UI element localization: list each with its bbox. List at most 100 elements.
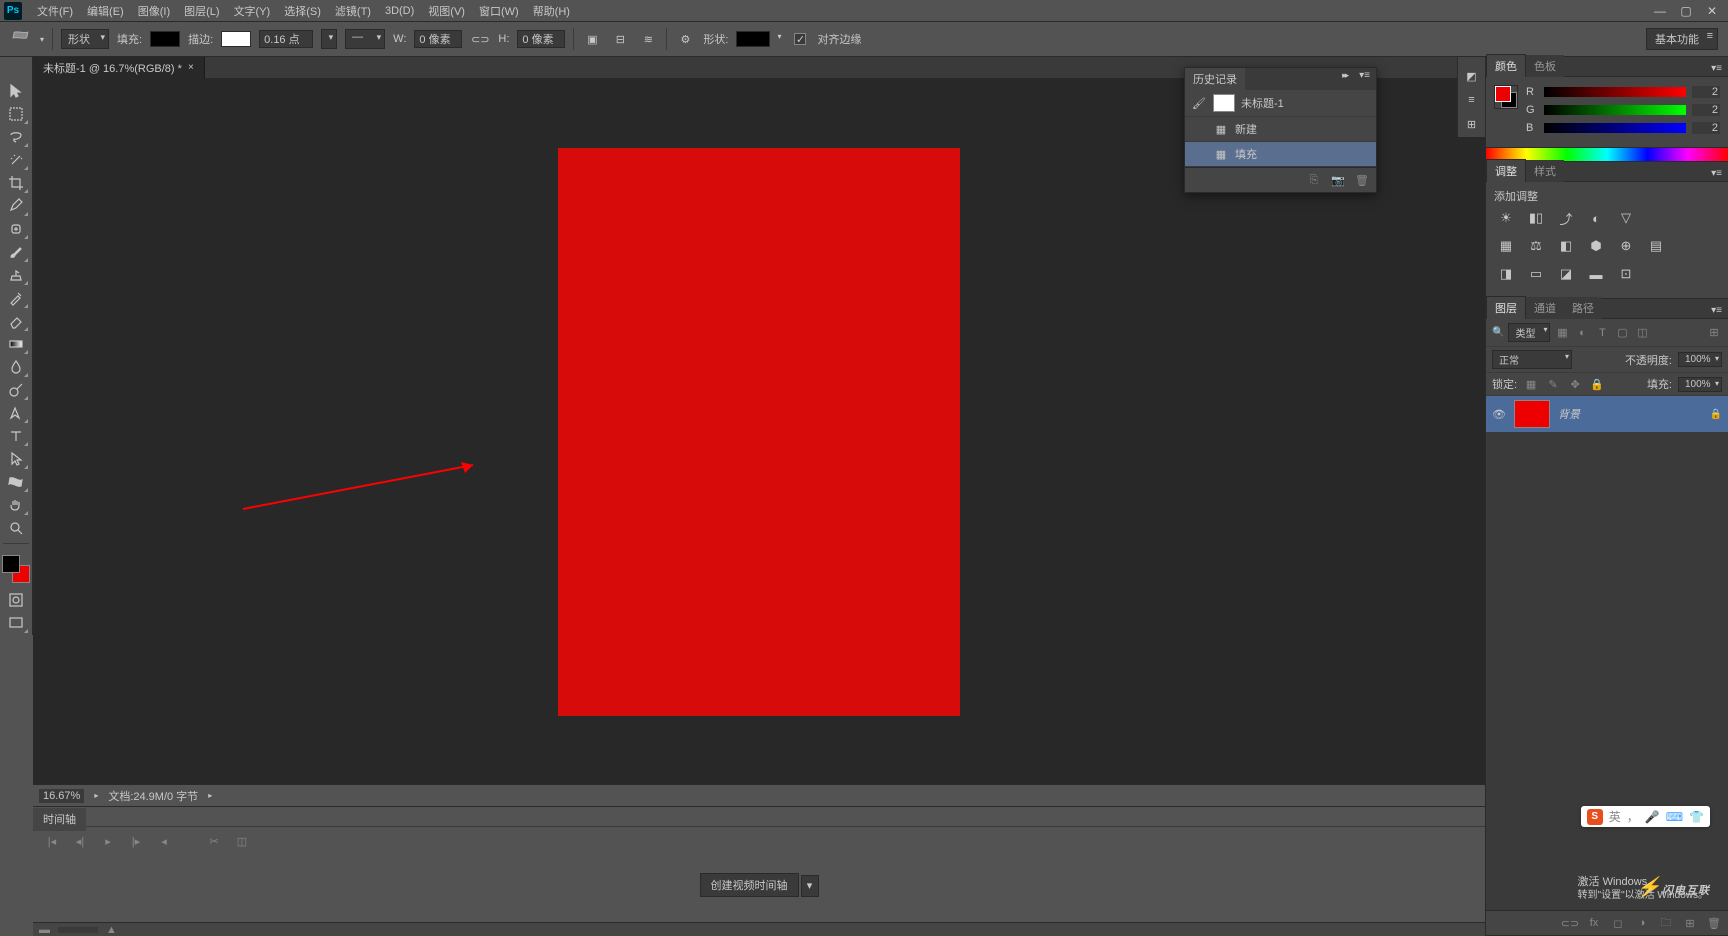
fill-swatch[interactable]: [150, 31, 180, 47]
menu-type[interactable]: 文字(Y): [227, 1, 278, 21]
fg-preview-swatch[interactable]: [1495, 86, 1511, 102]
brush-tool[interactable]: [3, 241, 29, 263]
new-snapshot-icon[interactable]: 📷: [1330, 172, 1346, 188]
scissors-icon[interactable]: ✂: [205, 833, 223, 849]
ime-lang[interactable]: 英: [1609, 808, 1621, 825]
timeline-tab[interactable]: 时间轴: [33, 808, 86, 831]
document-tab[interactable]: 未标题-1 @ 16.7%(RGB/8) * ×: [33, 57, 205, 79]
menu-select[interactable]: 选择(S): [277, 1, 328, 21]
ime-voice-icon[interactable]: 🎤: [1645, 810, 1660, 824]
custom-shape-tool[interactable]: [3, 471, 29, 493]
visibility-icon[interactable]: 👁: [1492, 408, 1506, 421]
color-balance-icon[interactable]: ⚖: [1526, 236, 1546, 256]
path-align-icon[interactable]: ⊟: [610, 29, 630, 49]
menu-file[interactable]: 文件(F): [30, 1, 80, 21]
history-item[interactable]: ▦ 新建: [1185, 117, 1376, 142]
panel-menu-icon[interactable]: ▾≡: [1353, 68, 1376, 90]
collapsed-panel-icon[interactable]: ⊞: [1461, 113, 1483, 135]
gear-icon[interactable]: ⚙: [675, 29, 695, 49]
history-brush-tool[interactable]: [3, 287, 29, 309]
document-canvas[interactable]: [558, 148, 960, 716]
timeline-zoom-slider[interactable]: [58, 927, 98, 933]
panel-menu-icon[interactable]: ▾≡: [1705, 61, 1728, 76]
color-preview[interactable]: [1494, 85, 1518, 109]
tool-preset-icon[interactable]: [10, 28, 32, 50]
eyedropper-tool[interactable]: [3, 195, 29, 217]
zoom-level[interactable]: 16.67%: [39, 789, 84, 803]
levels-icon[interactable]: ▮▯: [1526, 208, 1546, 228]
zoom-tool[interactable]: [3, 517, 29, 539]
width-input[interactable]: [414, 30, 462, 48]
invert-icon[interactable]: ◨: [1496, 264, 1516, 284]
ime-keyboard-icon[interactable]: ⌨: [1666, 810, 1683, 824]
custom-shape-picker[interactable]: ▾: [736, 31, 770, 47]
fill-opacity-value[interactable]: 100%: [1678, 377, 1722, 392]
filter-shape-icon[interactable]: ▢: [1614, 325, 1630, 341]
history-snapshot[interactable]: 🖌 未标题-1: [1185, 90, 1376, 117]
clone-stamp-tool[interactable]: [3, 264, 29, 286]
menu-help[interactable]: 帮助(H): [526, 1, 577, 21]
timeline-zoom-in-icon[interactable]: ▲: [106, 924, 117, 936]
lock-pixels-icon[interactable]: ✎: [1545, 376, 1561, 392]
create-doc-from-state-icon[interactable]: ⎘: [1306, 172, 1322, 188]
crop-tool[interactable]: [3, 172, 29, 194]
blend-mode-select[interactable]: 正常: [1492, 350, 1572, 369]
panel-menu-icon[interactable]: ▾≡: [1705, 303, 1728, 318]
filter-type-icon[interactable]: T: [1594, 325, 1610, 341]
move-tool[interactable]: [3, 80, 29, 102]
gradient-map-icon[interactable]: ▬: [1586, 264, 1606, 284]
eraser-tool[interactable]: [3, 310, 29, 332]
menu-edit[interactable]: 编辑(E): [80, 1, 131, 21]
channels-tab[interactable]: 通道: [1526, 297, 1564, 319]
delete-state-icon[interactable]: 🗑: [1354, 172, 1370, 188]
adjustments-tab[interactable]: 调整: [1486, 159, 1526, 182]
magic-wand-tool[interactable]: [3, 149, 29, 171]
lock-icon[interactable]: 🔒: [1710, 409, 1722, 420]
type-tool[interactable]: [3, 425, 29, 447]
height-input[interactable]: [517, 30, 565, 48]
layer-fx-icon[interactable]: fx: [1586, 915, 1602, 931]
screen-mode-icon[interactable]: [3, 612, 29, 634]
g-slider[interactable]: [1544, 105, 1686, 115]
shape-mode-select[interactable]: 形状: [61, 29, 109, 49]
selective-color-icon[interactable]: ⊡: [1616, 264, 1636, 284]
path-ops-icon[interactable]: ▣: [582, 29, 602, 49]
lock-position-icon[interactable]: ✥: [1567, 376, 1583, 392]
g-value[interactable]: 2: [1692, 104, 1720, 116]
pen-tool[interactable]: [3, 402, 29, 424]
photo-filter-icon[interactable]: ⬢: [1586, 236, 1606, 256]
filter-smart-icon[interactable]: ◫: [1634, 325, 1650, 341]
menu-filter[interactable]: 滤镜(T): [328, 1, 378, 21]
zoom-dropdown-icon[interactable]: ▸: [94, 791, 98, 800]
color-tab[interactable]: 颜色: [1486, 54, 1526, 77]
opacity-value[interactable]: 100%: [1678, 352, 1722, 367]
last-frame-icon[interactable]: ◂: [155, 833, 173, 849]
new-group-icon[interactable]: 🗀: [1658, 915, 1674, 931]
stroke-width-input[interactable]: [259, 30, 313, 48]
curves-icon[interactable]: ⤴: [1556, 208, 1576, 228]
minimize-button[interactable]: —: [1648, 3, 1672, 19]
gradient-tool[interactable]: [3, 333, 29, 355]
lasso-tool[interactable]: [3, 126, 29, 148]
create-timeline-dropdown[interactable]: ▾: [801, 875, 819, 897]
bw-icon[interactable]: ◧: [1556, 236, 1576, 256]
panel-collapse-icon[interactable]: ▸▸: [1336, 68, 1353, 90]
stroke-style-select[interactable]: —: [345, 29, 385, 49]
channel-mixer-icon[interactable]: ⊕: [1616, 236, 1636, 256]
align-edges-checkbox[interactable]: ✓: [794, 33, 806, 45]
color-lookup-icon[interactable]: ▤: [1646, 236, 1666, 256]
ime-skin-icon[interactable]: 👕: [1689, 810, 1704, 824]
path-arrange-icon[interactable]: ≋: [638, 29, 658, 49]
delete-layer-icon[interactable]: 🗑: [1706, 915, 1722, 931]
maximize-button[interactable]: ▢: [1674, 3, 1698, 19]
collapsed-panel-icon[interactable]: ◩: [1461, 65, 1483, 87]
r-value[interactable]: 2: [1692, 86, 1720, 98]
menu-view[interactable]: 视图(V): [421, 1, 472, 21]
link-wh-icon[interactable]: ⊂⊃: [470, 29, 490, 49]
ime-toolbar[interactable]: S 英 ， 🎤 ⌨ 👕: [1581, 806, 1710, 827]
menu-image[interactable]: 图像(I): [131, 1, 177, 21]
healing-brush-tool[interactable]: [3, 218, 29, 240]
hue-sat-icon[interactable]: ▦: [1496, 236, 1516, 256]
filter-toggle-icon[interactable]: ⊞: [1706, 325, 1722, 341]
swatches-tab[interactable]: 色板: [1526, 55, 1564, 77]
